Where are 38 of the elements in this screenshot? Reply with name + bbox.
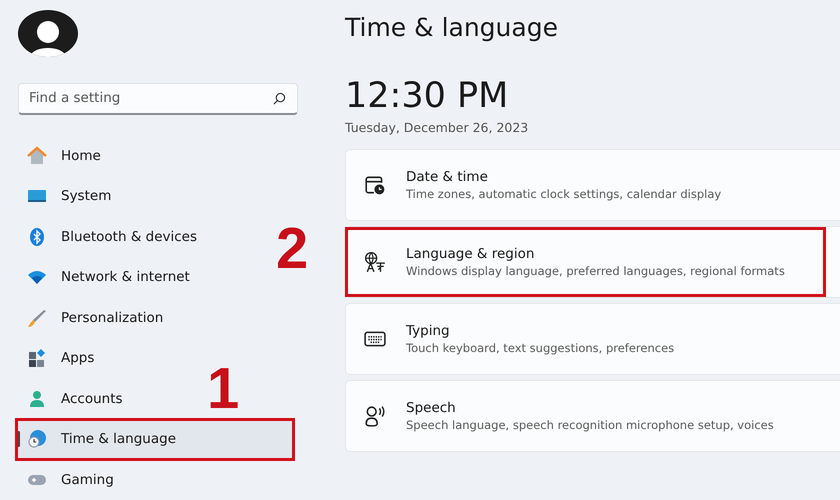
calendar-clock-icon [364, 174, 386, 196]
card-title: Speech [406, 400, 457, 416]
sidebar-item[interactable]: Home [17, 136, 109, 176]
settings-card[interactable]: Language & region Windows display language, preferred languages, regional formats [345, 226, 840, 298]
sidebar-item[interactable]: Network & internet [17, 257, 198, 298]
search-field[interactable]: Find a setting [18, 82, 298, 114]
sidebar-item[interactable]: System [17, 176, 120, 216]
apps-icon [27, 348, 47, 368]
card-title: Date & time [406, 169, 489, 185]
sidebar-item[interactable]: Accounts [17, 378, 131, 419]
language-icon [364, 251, 386, 273]
settings-card[interactable]: Date & time Time zones, automatic clock settings, calendar display [345, 149, 840, 221]
clock-time: 12:30 PM [345, 75, 510, 118]
clock-date: Tuesday, December 26, 2023 [345, 120, 530, 135]
card-description: Touch keyboard, text suggestions, preferences [406, 341, 674, 355]
sidebar-item[interactable]: Time & language [17, 419, 293, 460]
card-title: Language & region [406, 246, 536, 262]
sidebar-item[interactable]: Bluetooth & devices [17, 216, 206, 257]
search-icon [273, 92, 286, 104]
sidebar-item[interactable]: Apps [17, 338, 102, 378]
settings-card[interactable]: Typing Touch keyboard, text suggestions, preferences [345, 303, 840, 375]
card-description: Time zones, automatic clock settings, calendar display [406, 187, 722, 201]
sidebar-item[interactable]: Gaming [17, 460, 122, 500]
home-icon [27, 146, 47, 166]
card-description: Windows display language, preferred languages, regional formats [406, 264, 785, 278]
speech-icon [364, 405, 386, 427]
brush-icon [27, 308, 47, 328]
page-title: Time & language [345, 12, 559, 44]
person-icon [27, 388, 47, 409]
step-number: 1 [207, 360, 240, 418]
bluetooth-icon [27, 226, 47, 247]
settings-card[interactable]: Speech Speech language, speech recognition microphone setup, voices [345, 380, 840, 452]
card-description: Speech language, speech recognition microphone setup, voices [406, 418, 774, 432]
card-title: Typing [406, 323, 451, 339]
sidebar-item[interactable]: Personalization [17, 298, 172, 338]
selection-indicator [17, 431, 20, 447]
globe-clock-icon [27, 429, 47, 450]
step-number: 2 [276, 220, 308, 278]
